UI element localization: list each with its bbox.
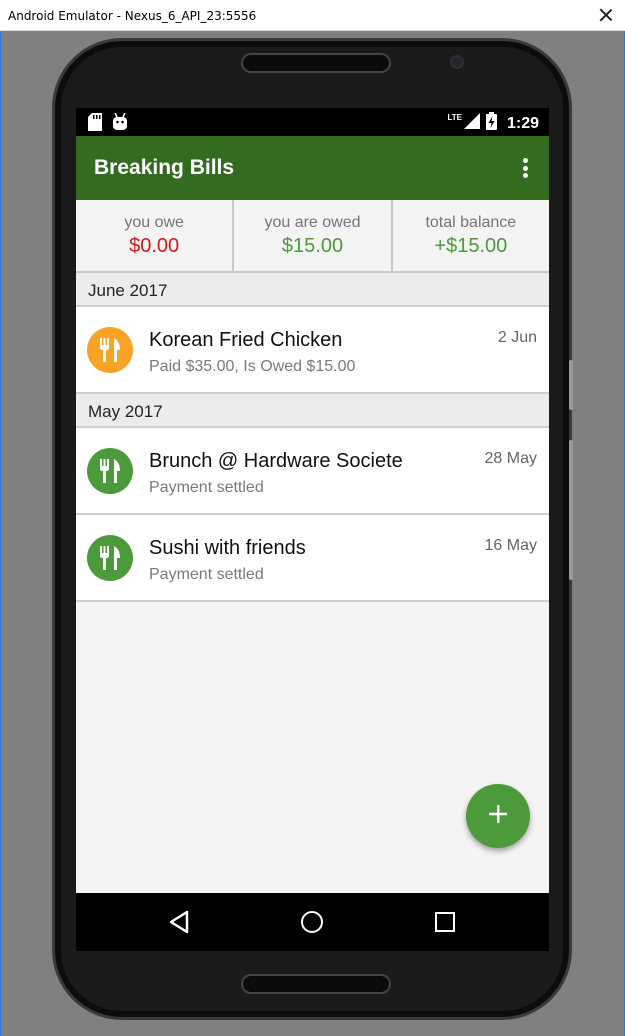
plus-icon (488, 804, 508, 829)
total-balance-value: +$15.00 (434, 235, 508, 257)
top-speaker (241, 53, 391, 73)
bill-date: 16 May (484, 537, 537, 554)
list-item[interactable]: Brunch @ Hardware Societe Payment settle… (76, 428, 549, 515)
total-balance-cell: total balance +$15.00 (393, 200, 549, 271)
bill-subtitle: Paid $35.00, Is Owed $15.00 (149, 358, 356, 375)
status-bar: LTE 1:29 (76, 108, 549, 136)
bill-subtitle: Payment settled (149, 566, 264, 583)
you-are-owed-label: you are owed (264, 214, 361, 231)
device-screen: LTE 1:29 Breaking Bills you owe $0.00 yo… (76, 108, 549, 951)
close-window-button[interactable] (595, 4, 617, 26)
fork-knife-icon (87, 448, 133, 494)
app-title: Breaking Bills (94, 156, 235, 179)
bill-date: 28 May (484, 450, 537, 467)
more-vert-icon (522, 158, 528, 163)
you-owe-cell: you owe $0.00 (76, 200, 235, 271)
you-owe-label: you owe (124, 214, 184, 231)
window-border-left (0, 31, 1, 1036)
bottom-speaker (241, 974, 391, 994)
section-header-june: June 2017 (76, 273, 549, 307)
window-title: Android Emulator - Nexus_6_API_23:5556 (8, 9, 257, 23)
total-balance-label: total balance (425, 214, 517, 231)
power-button[interactable] (569, 360, 573, 410)
list-item[interactable]: Korean Fried Chicken Paid $35.00, Is Owe… (76, 307, 549, 394)
home-icon[interactable] (301, 911, 323, 933)
android-debug-icon (112, 112, 128, 136)
back-icon[interactable] (168, 910, 190, 939)
front-camera (450, 55, 464, 69)
bill-title: Korean Fried Chicken (149, 329, 343, 351)
bill-title: Brunch @ Hardware Societe (149, 450, 403, 472)
balance-summary: you owe $0.00 you are owed $15.00 total … (76, 200, 549, 273)
overflow-menu-button[interactable] (515, 156, 535, 180)
sd-card-icon (88, 113, 102, 136)
section-header-may: May 2017 (76, 394, 549, 428)
fork-knife-icon (87, 535, 133, 581)
recents-icon[interactable] (435, 912, 455, 932)
bill-subtitle: Payment settled (149, 479, 264, 496)
network-type-label: LTE (447, 113, 462, 122)
battery-charging-icon (485, 112, 497, 135)
fork-knife-icon (87, 327, 133, 373)
you-are-owed-cell: you are owed $15.00 (234, 200, 393, 271)
bill-title: Sushi with friends (149, 537, 306, 559)
signal-icon (463, 113, 480, 134)
you-are-owed-value: $15.00 (281, 235, 344, 257)
navigation-bar (76, 893, 549, 951)
list-item[interactable]: Sushi with friends Payment settled 16 Ma… (76, 515, 549, 602)
bill-date: 2 Jun (497, 329, 537, 346)
volume-button[interactable] (569, 440, 573, 580)
add-bill-button[interactable] (466, 784, 530, 848)
status-time: 1:29 (506, 114, 539, 132)
app-bar: Breaking Bills (76, 136, 549, 200)
emulator-titlebar: Android Emulator - Nexus_6_API_23:5556 (0, 0, 625, 31)
you-owe-value: $0.00 (129, 235, 180, 257)
